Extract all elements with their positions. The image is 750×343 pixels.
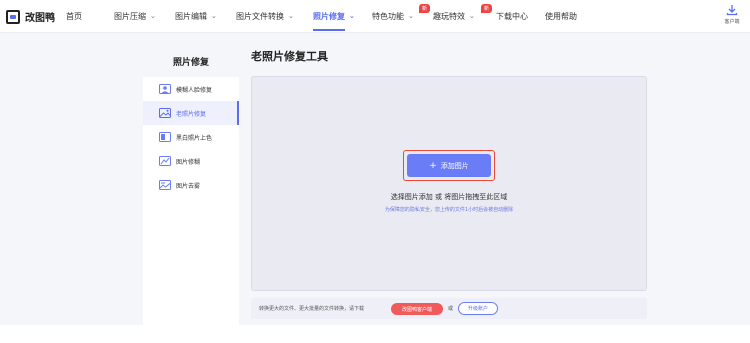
new-badge: 新 [481,4,493,13]
nav-image-convert[interactable]: 图片文件转换 ⌄ [236,11,294,22]
client-label: 客户端 [724,19,740,25]
download-client-button[interactable]: 改图鸭客户端 [391,303,443,315]
page-bottom [0,325,750,343]
client-download-button[interactable]: 客户端 [719,4,745,25]
new-badge: 新 [419,4,431,13]
nav-image-compress[interactable]: 图片压缩 ⌄ [114,11,156,22]
sidebar: 照片修复 模糊人脸修复 老照片修复 黑白照片上色 图片修糊 图片去雾 [143,49,239,327]
promo-text: 转换更大的文件、更大批量的文件转换，请下载 [259,306,365,312]
dehaze-icon [159,180,171,190]
nav-image-edit[interactable]: 图片编辑 ⌄ [175,11,217,22]
logo-icon [6,9,20,24]
upgrade-account-button[interactable]: 升级账户 [458,302,498,315]
nav-help[interactable]: 使用帮助 [545,11,577,22]
chevron-down-icon: ⌄ [349,12,355,20]
sidebar-item-bw-colorize[interactable]: 黑白照片上色 [143,125,239,149]
or-text: 或 [448,306,454,312]
sidebar-item-old-photo-repair[interactable]: 老照片修复 [143,101,239,125]
nav-download-center[interactable]: 下载中心 [496,11,528,22]
page-title: 老照片修复工具 [251,50,328,63]
top-nav: 改图鸭 首页 图片压缩 ⌄ 图片编辑 ⌄ 图片文件转换 ⌄ 照片修复 ⌄ 特色功能 ⌄ 新… [0,0,750,33]
nav-special-features[interactable]: 特色功能 ⌄ [372,11,414,22]
sidebar-item-blur-face-repair[interactable]: 模糊人脸修复 [143,77,239,101]
photo-repair-icon [159,108,171,118]
sidebar-title: 照片修复 [172,58,209,68]
chevron-down-icon: ⌄ [469,12,475,20]
sidebar-list: 模糊人脸修复 老照片修复 黑白照片上色 图片修糊 图片去雾 [143,77,239,327]
privacy-note: 为保障您的隐私安全，您上传的文件1小时后会被自动删除 [384,207,514,213]
nav-fun-effects[interactable]: 趣玩特效 ⌄ [433,11,475,22]
plus-icon: + [429,160,437,171]
sharpen-icon [159,156,171,166]
app-name: 改图鸭 [25,13,55,24]
nav-photo-repair[interactable]: 照片修复 ⌄ [313,11,355,31]
sidebar-item-image-sharpen[interactable]: 图片修糊 [143,149,239,173]
face-image-icon [159,84,171,94]
chevron-down-icon: ⌄ [288,12,294,20]
chevron-down-icon: ⌄ [408,12,414,20]
chevron-down-icon: ⌄ [150,12,156,20]
nav-home[interactable]: 首页 [66,11,82,22]
add-image-button[interactable]: + 添加图片 [407,154,491,177]
colorize-icon [159,132,171,142]
drop-hint: 选择图片添加 或 将图片拖拽至此区域 [390,193,508,201]
chevron-down-icon: ⌄ [211,12,217,20]
download-icon [726,5,738,16]
upload-dropzone[interactable] [251,76,647,291]
sidebar-item-dehaze[interactable]: 图片去雾 [143,173,239,197]
logo[interactable]: 改图鸭 [6,9,55,24]
